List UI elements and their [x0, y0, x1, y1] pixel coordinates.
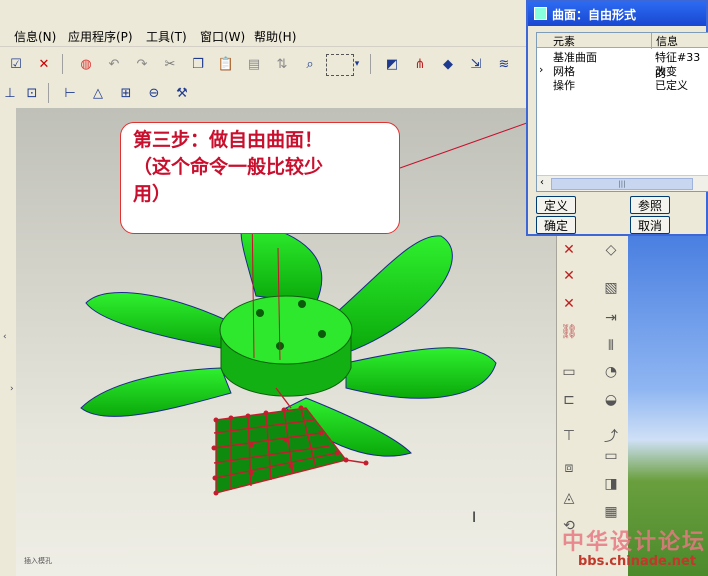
element-info-table[interactable]: 元素 信息 基准曲面 特征#33的 › 网格 改变 操作 已定义 ‹ |||: [536, 32, 708, 192]
mirror-tool-icon[interactable]: ⫴: [601, 336, 621, 356]
datum-coord-icon[interactable]: ✕: [559, 266, 579, 286]
cancel-button[interactable]: 取消: [630, 216, 670, 234]
horizontal-scrollbar[interactable]: ‹ |||: [537, 175, 708, 191]
toolbar-separator: [48, 83, 49, 103]
hub-hole: [298, 300, 306, 308]
chevron-down-icon[interactable]: ▾: [352, 54, 362, 74]
dialog-app-icon: [534, 7, 547, 20]
reference-button[interactable]: 参照: [630, 196, 670, 214]
round-tool-icon[interactable]: ◔: [601, 362, 621, 382]
undo-icon[interactable]: ↶: [104, 54, 124, 74]
fan-blade: [335, 235, 453, 354]
copy-icon[interactable]: ❐: [188, 54, 208, 74]
define-button[interactable]: 定义: [536, 196, 576, 214]
section-icon[interactable]: ⊞: [116, 83, 136, 103]
sketch-icon[interactable]: ◩: [382, 54, 402, 74]
sketch-tool-icon[interactable]: ◇: [601, 240, 621, 260]
toolbar-separator: [62, 54, 63, 74]
text-cursor-icon: I: [472, 510, 476, 526]
menu-info[interactable]: 信息(N): [14, 28, 56, 45]
callout-line: 第三步：做自由曲面！: [133, 129, 324, 151]
hole-tool-icon[interactable]: ▭: [559, 362, 579, 382]
toolbar-secondary: ⊥ ⊡ ⊢ △ ⊞ ⊖ ⚒: [0, 80, 528, 106]
row-info: 已定义: [655, 79, 688, 92]
layers-icon[interactable]: ≋: [494, 54, 514, 74]
paste-special-icon[interactable]: ▤: [244, 54, 264, 74]
regen-manager-icon[interactable]: ⇅: [272, 54, 292, 74]
hub-hole: [318, 330, 326, 338]
expand-left-icon[interactable]: ‹: [3, 332, 7, 342]
row-element: 操作: [553, 79, 575, 92]
hub-hole: [256, 309, 264, 317]
menu-applications[interactable]: 应用程序(P): [68, 28, 133, 45]
callout-line: （这个命令一般比较少: [133, 156, 324, 178]
axis-display-icon[interactable]: ⊥: [0, 83, 20, 103]
scrollbar-thumb[interactable]: |||: [551, 178, 693, 190]
revolve-tool-icon[interactable]: ⇥: [601, 308, 621, 328]
table-row[interactable]: 基准曲面 特征#33的: [537, 49, 708, 80]
menu-help[interactable]: 帮助(H): [254, 28, 296, 45]
watermark-title: 中华设计论坛: [562, 529, 707, 555]
datum-point-tool-icon[interactable]: ✕: [559, 240, 579, 260]
shell-tool-icon[interactable]: ⊏: [559, 390, 579, 410]
curve-tool-icon[interactable]: ✕: [559, 294, 579, 314]
watermark-url: bbs.chinade.net: [578, 554, 697, 569]
measure-area-icon[interactable]: △: [88, 83, 108, 103]
draft-tool-icon[interactable]: ⤴: [601, 426, 621, 446]
redo-icon[interactable]: ↷: [132, 54, 152, 74]
table-row[interactable]: 操作 已定义: [537, 77, 708, 92]
analysis-icon[interactable]: ⚒: [172, 83, 192, 103]
sweep-tool-icon[interactable]: ▭: [601, 446, 621, 466]
table-row[interactable]: › 网格 改变: [537, 63, 708, 78]
freeform-surface-dialog: 曲面：自由形式 元素 信息 基准曲面 特征#33的 › 网格 改变 操作 已定义…: [526, 0, 708, 236]
point-display-icon[interactable]: ⊡: [22, 83, 42, 103]
callout-line: 用）: [133, 183, 172, 205]
pattern-tool-icon[interactable]: ⧈: [559, 458, 579, 478]
menu-window[interactable]: 窗口(W): [200, 28, 245, 45]
fan-blade: [345, 347, 497, 399]
datum-curve-icon[interactable]: ⛓: [559, 322, 579, 342]
measure-distance-icon[interactable]: ⊢: [60, 83, 80, 103]
fan-blade: [85, 291, 227, 349]
offset-tool-icon[interactable]: ◬: [559, 488, 579, 508]
menu-tools[interactable]: 工具(T): [146, 28, 187, 45]
paste-icon[interactable]: 📋: [216, 54, 236, 74]
mass-properties-icon[interactable]: ⊖: [144, 83, 164, 103]
datum-point-icon[interactable]: ⋔: [410, 54, 430, 74]
thicken-tool-icon[interactable]: ▦: [601, 502, 621, 522]
column-header-element[interactable]: 元素: [553, 33, 575, 49]
status-text: 插入模孔: [24, 557, 52, 565]
extrude-tool-icon[interactable]: ▧: [601, 278, 621, 298]
annotation-callout: 第三步：做自由曲面！ （这个命令一般比较少 用）: [120, 122, 400, 234]
chamfer-tool-icon[interactable]: ◒: [601, 390, 621, 410]
regenerate-icon[interactable]: ☑: [6, 54, 26, 74]
toolbar-main: ☑ ✕ ◍ ↶ ↷ ✂ ❐ 📋 ▤ ⇅ ⌕ ▾ ◩ ⋔ ◆ ⇲ ≋: [0, 50, 528, 78]
expand-right-icon[interactable]: ›: [10, 384, 14, 394]
rib-tool-icon[interactable]: ⊤: [559, 426, 579, 446]
left-panel-strip: ‹ ›: [0, 108, 17, 576]
callout-text: 第三步：做自由曲面！ （这个命令一般比较少 用）: [133, 127, 391, 208]
column-header-info[interactable]: 信息: [651, 33, 678, 49]
blend-tool-icon[interactable]: ◨: [601, 474, 621, 494]
dialog-title: 曲面：自由形式: [552, 8, 637, 22]
ok-button[interactable]: 确定: [536, 216, 576, 234]
table-header: 元素 信息: [537, 33, 708, 49]
datum-axis-icon[interactable]: ⇲: [466, 54, 486, 74]
menu-bar: 信息(N) 应用程序(P) 工具(T) 窗口(W) 帮助(H): [0, 24, 528, 47]
row-pointer-icon: ›: [539, 63, 544, 76]
selection-filter-icon[interactable]: [326, 54, 354, 76]
dialog-titlebar[interactable]: 曲面：自由形式: [528, 2, 706, 26]
cut-icon[interactable]: ✂: [160, 54, 180, 74]
datum-plane-icon[interactable]: ◆: [438, 54, 458, 74]
toolbar-separator: [370, 54, 371, 74]
find-icon[interactable]: ⌕: [300, 54, 320, 74]
fan-blade: [80, 367, 232, 417]
fan-hub-top: [219, 295, 353, 365]
scroll-left-icon[interactable]: ‹: [540, 177, 544, 188]
close-window-icon[interactable]: ✕: [34, 54, 54, 74]
color-appearance-icon[interactable]: ◍: [76, 54, 96, 74]
